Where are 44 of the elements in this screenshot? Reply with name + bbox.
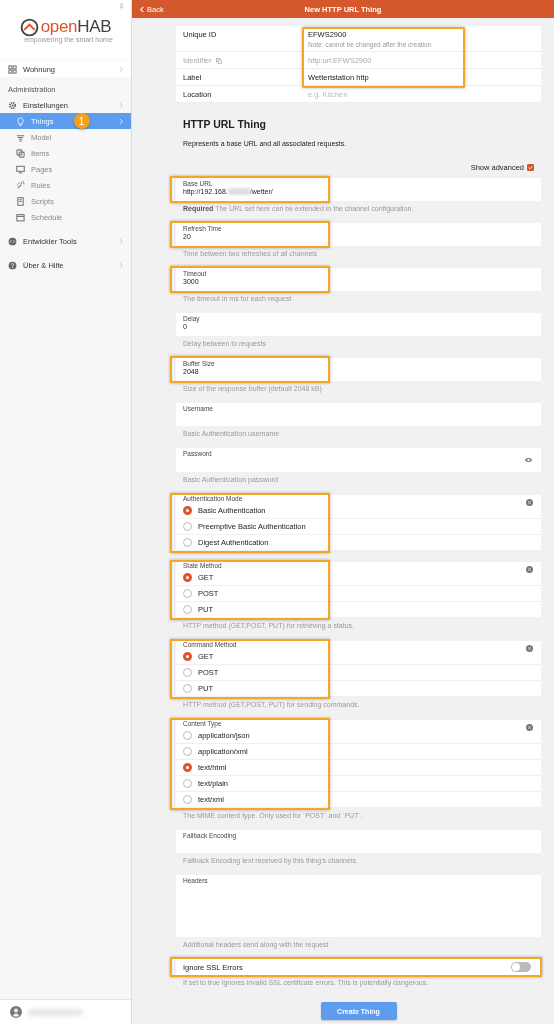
radio-button[interactable] xyxy=(183,779,192,788)
step-badge: 1 xyxy=(73,113,90,129)
radio-button[interactable] xyxy=(183,522,192,531)
chevron-right-icon xyxy=(119,65,123,73)
sparkle-icon xyxy=(16,180,25,190)
grid-icon xyxy=(8,64,17,74)
checkmark-icon xyxy=(528,165,533,170)
user-avatar-icon xyxy=(10,1006,22,1018)
radio-button[interactable] xyxy=(183,795,192,804)
house-logo-icon xyxy=(19,17,39,37)
clear-icon[interactable] xyxy=(526,499,533,506)
chevron-right-icon xyxy=(119,237,123,245)
radio-button[interactable] xyxy=(183,747,192,756)
radio-button[interactable] xyxy=(183,506,192,515)
radio-button[interactable] xyxy=(183,538,192,547)
radio-button[interactable] xyxy=(183,605,192,614)
clear-icon[interactable] xyxy=(526,566,533,573)
radio-button[interactable] xyxy=(183,573,192,582)
lightbulb-icon xyxy=(16,116,25,126)
section-title: HTTP URL Thing xyxy=(183,118,268,130)
radio-button[interactable] xyxy=(183,589,192,598)
eye-icon xyxy=(524,457,533,463)
developer-icon xyxy=(8,236,17,246)
radio-button[interactable] xyxy=(183,668,192,677)
monitor-icon xyxy=(16,164,25,174)
radio-button[interactable] xyxy=(183,684,192,693)
help-icon xyxy=(8,260,17,270)
calendar-icon xyxy=(16,212,25,222)
logo-text: openHAB xyxy=(40,17,112,37)
radio-button[interactable] xyxy=(183,763,192,772)
layers-icon xyxy=(16,132,25,142)
copy-icon xyxy=(215,57,222,64)
radio-button[interactable] xyxy=(183,731,192,740)
chevron-left-icon xyxy=(140,5,144,13)
copy-icon xyxy=(16,148,25,158)
toggle-switch[interactable] xyxy=(511,962,531,972)
chevron-right-icon xyxy=(119,261,123,269)
checkbox[interactable] xyxy=(527,164,534,171)
radio-button[interactable] xyxy=(183,652,192,661)
pin-icon xyxy=(119,3,124,10)
document-icon xyxy=(16,196,25,206)
clear-icon[interactable] xyxy=(526,645,533,652)
clear-icon[interactable] xyxy=(526,724,533,731)
settings-icon xyxy=(8,100,17,110)
